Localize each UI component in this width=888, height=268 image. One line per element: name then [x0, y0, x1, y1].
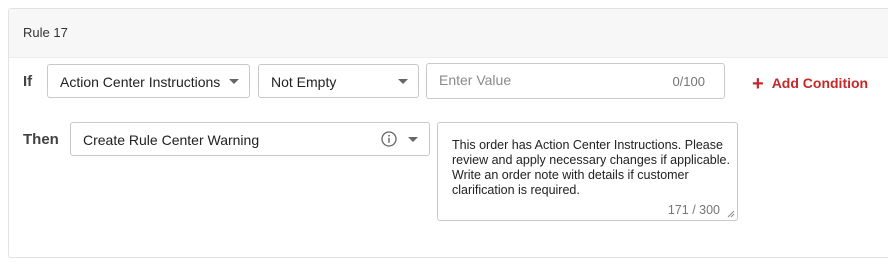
condition-value-input[interactable] — [439, 72, 639, 88]
chevron-down-icon — [408, 137, 418, 142]
chevron-down-icon — [229, 79, 239, 84]
warning-message-textarea[interactable]: This order has Action Center Instruction… — [437, 122, 738, 221]
add-condition-button[interactable]: + Add Condition — [752, 73, 868, 96]
rule-title: Rule 17 — [23, 25, 68, 40]
action-select-value: Create Rule Center Warning — [83, 132, 260, 148]
info-icon[interactable] — [381, 131, 397, 147]
warning-message-counter: 171 / 300 — [667, 203, 720, 217]
action-select[interactable]: Create Rule Center Warning — [70, 122, 430, 156]
condition-operator-select[interactable]: Not Empty — [258, 64, 419, 98]
condition-operator-value: Not Empty — [271, 74, 337, 90]
chevron-down-icon — [398, 79, 408, 84]
rule-header: Rule 17 — [9, 9, 888, 58]
condition-field-select[interactable]: Action Center Instructions — [47, 64, 250, 98]
plus-icon: + — [752, 73, 764, 95]
if-label: If — [23, 73, 33, 90]
warning-message-text[interactable]: This order has Action Center Instruction… — [452, 138, 732, 198]
condition-value-counter: 0/100 — [672, 74, 705, 89]
add-condition-label: Add Condition — [771, 75, 869, 91]
condition-field-value: Action Center Instructions — [60, 74, 221, 90]
then-label: Then — [23, 131, 59, 148]
condition-value-field[interactable]: 0/100 — [426, 63, 725, 99]
resize-grip-icon[interactable] — [727, 210, 735, 218]
